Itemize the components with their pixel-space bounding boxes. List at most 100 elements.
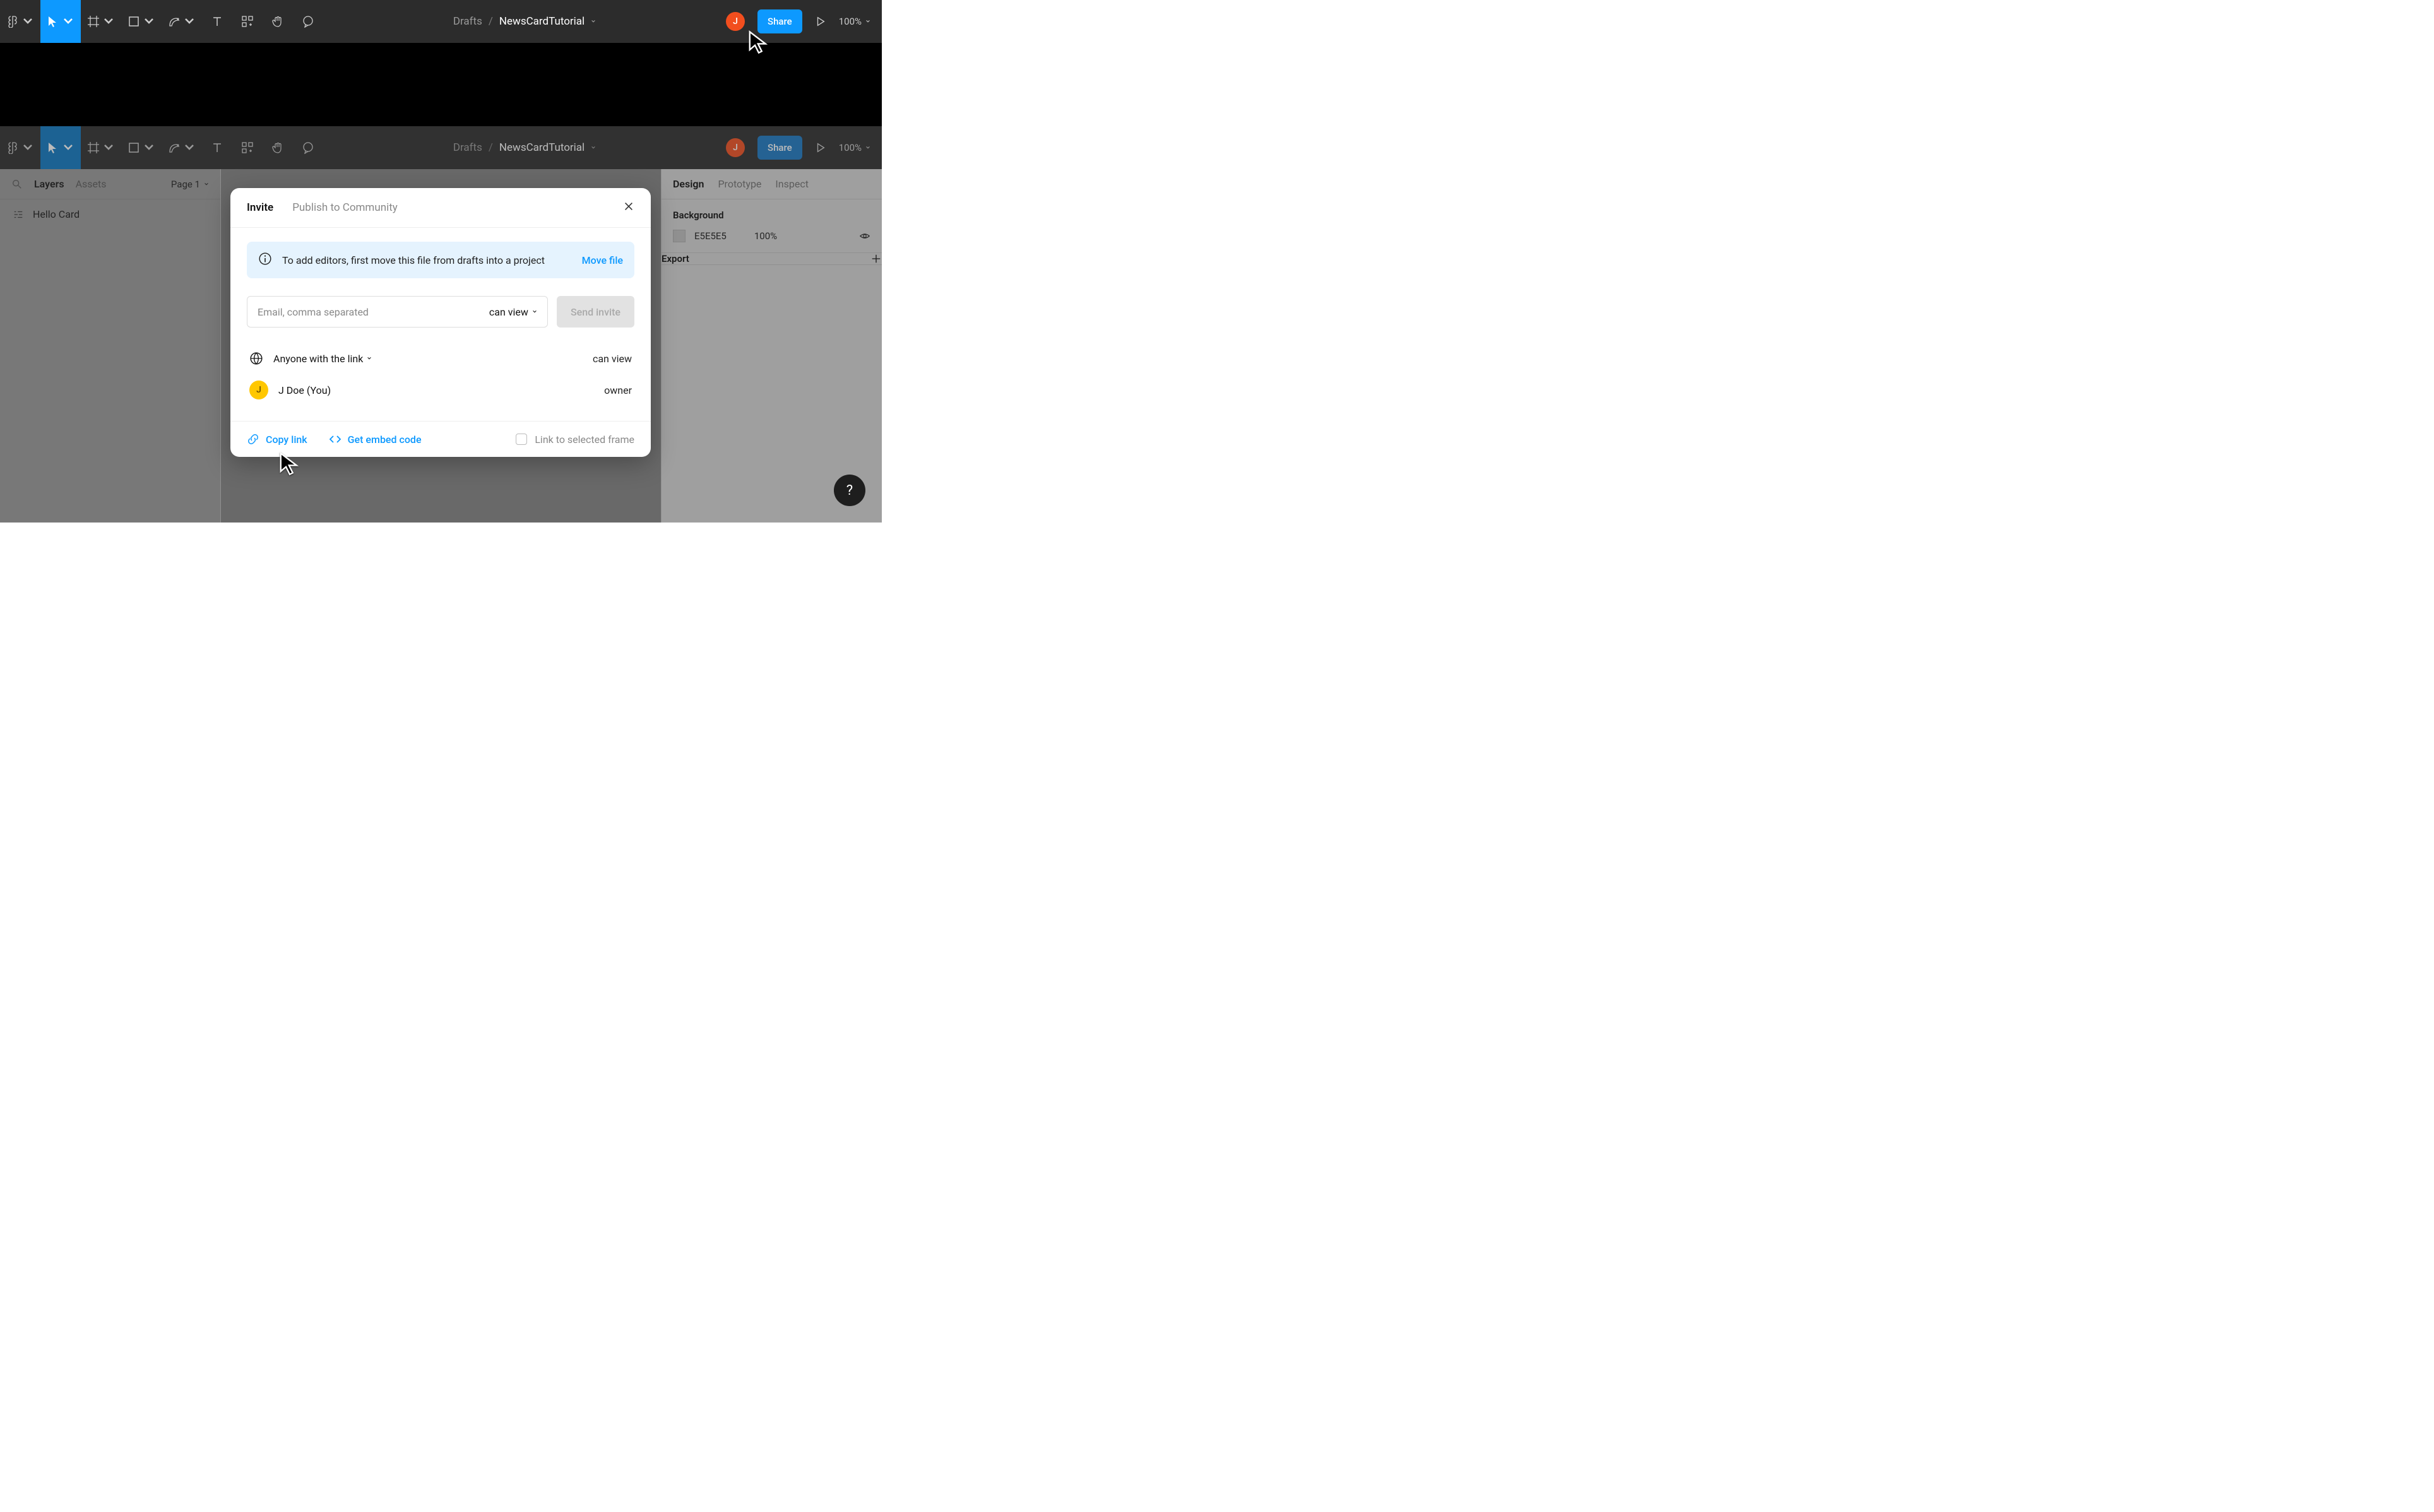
close-icon [623,201,634,212]
breadcrumb-file[interactable]: NewsCardTutorial [499,141,585,154]
globe-icon [249,351,263,365]
text-tool[interactable] [202,126,232,169]
present-icon[interactable] [815,16,826,27]
zoom-control[interactable]: 100% [839,16,870,27]
modal-footer: Copy link Get embed code Link to selecte… [230,421,651,457]
background-title: Background [673,210,870,221]
export-section: Export [662,253,882,265]
toolbar-top: Drafts / NewsCardTutorial J Share 100% [0,0,882,43]
user-avatar[interactable]: J [726,138,745,157]
breadcrumb-file[interactable]: NewsCardTutorial [499,15,585,28]
share-row-owner: J J Doe (You) owner [247,373,634,407]
move-tool[interactable] [40,0,81,43]
page-label: Page 1 [171,179,200,190]
color-swatch[interactable] [673,230,686,242]
selected-frame-label: Link to selected frame [535,434,634,446]
state-two: Drafts / NewsCardTutorial J Share 100% L… [0,126,882,523]
tab-inspect[interactable]: Inspect [775,178,809,190]
breadcrumb-drafts[interactable]: Drafts [453,141,482,154]
tab-design[interactable]: Design [673,178,704,190]
color-opacity[interactable]: 100% [754,230,777,242]
share-button[interactable]: Share [757,136,802,160]
close-button[interactable] [623,201,634,215]
frame-tool[interactable] [81,0,121,43]
resources-tool[interactable] [232,0,263,43]
tab-assets[interactable]: Assets [76,178,107,190]
link-selected-frame[interactable]: Link to selected frame [516,434,634,446]
chevron-down-icon[interactable] [591,19,596,24]
hand-tool[interactable] [263,126,293,169]
chevron-down-icon [865,19,870,24]
layer-row[interactable]: Hello Card [0,199,220,229]
email-placeholder: Email, comma separated [258,306,489,318]
breadcrumb-sep: / [489,141,493,154]
share-button[interactable]: Share [757,9,802,33]
breadcrumb[interactable]: Drafts / NewsCardTutorial [323,15,726,28]
page-selector[interactable]: Page 1 [171,179,209,190]
pen-tool[interactable] [162,126,202,169]
chevron-down-icon [865,145,870,150]
permission-label: can view [489,306,528,318]
breadcrumb-sep: / [489,15,493,28]
breadcrumb[interactable]: Drafts / NewsCardTutorial [323,141,726,154]
visibility-icon[interactable] [859,230,870,242]
shape-tool[interactable] [121,0,162,43]
banner-text: To add editors, first move this file fro… [282,254,545,266]
link-icon [247,433,259,446]
search-icon[interactable] [11,179,23,190]
modal-tab-publish[interactable]: Publish to Community [292,201,398,214]
resources-tool[interactable] [232,126,263,169]
frame-tool[interactable] [81,126,121,169]
share-row-link: Anyone with the link can view [247,344,634,373]
copy-link-button[interactable]: Copy link [247,433,307,446]
move-tool[interactable] [40,126,81,169]
present-icon[interactable] [815,142,826,153]
tab-layers[interactable]: Layers [34,178,64,190]
text-tool[interactable] [202,0,232,43]
anyone-link-label[interactable]: Anyone with the link [273,353,372,365]
modal-tab-invite[interactable]: Invite [247,201,273,214]
code-icon [329,433,341,446]
embed-button[interactable]: Get embed code [329,433,422,446]
right-panel-tabs: Design Prototype Inspect [662,169,882,199]
owner-name: J Doe (You) [278,384,331,396]
move-file-link[interactable]: Move file [582,254,623,266]
share-modal: Invite Publish to Community To add edito… [230,188,651,457]
editor-body: Layers Assets Page 1 Hello Card Design P… [0,169,882,523]
left-panel: Layers Assets Page 1 Hello Card [0,169,221,523]
chevron-down-icon [204,182,209,187]
email-input[interactable]: Email, comma separated can view [247,296,548,328]
frame-icon [13,209,24,220]
export-title: Export [662,253,689,264]
main-menu[interactable] [0,126,40,169]
comment-tool[interactable] [293,126,323,169]
breadcrumb-drafts[interactable]: Drafts [453,15,482,28]
help-button[interactable]: ? [834,475,865,506]
comment-tool[interactable] [293,0,323,43]
embed-label: Get embed code [348,434,422,446]
chevron-down-icon [532,309,537,314]
tab-prototype[interactable]: Prototype [718,178,761,190]
chevron-down-icon [367,356,372,361]
color-hex[interactable]: E5E5E5 [694,230,727,242]
shape-tool[interactable] [121,126,162,169]
hand-tool[interactable] [263,0,293,43]
checkbox[interactable] [516,434,527,445]
pen-tool[interactable] [162,0,202,43]
toolbar-bottom: Drafts / NewsCardTutorial J Share 100% [0,126,882,169]
chevron-down-icon[interactable] [591,145,596,150]
user-avatar[interactable]: J [726,12,745,31]
owner-perm: owner [604,384,632,396]
copy-link-label: Copy link [266,434,307,446]
owner-avatar: J [249,381,268,399]
modal-header: Invite Publish to Community [230,188,651,228]
main-menu[interactable] [0,0,40,43]
background-section: Background E5E5E5 100% [662,199,882,253]
permission-dropdown[interactable]: can view [489,306,537,318]
send-invite-button[interactable]: Send invite [557,296,634,328]
zoom-control[interactable]: 100% [839,142,870,153]
plus-icon[interactable] [870,253,882,264]
anyone-perm[interactable]: can view [593,353,632,365]
zoom-value: 100% [839,142,862,153]
transition-arrow [0,43,882,126]
